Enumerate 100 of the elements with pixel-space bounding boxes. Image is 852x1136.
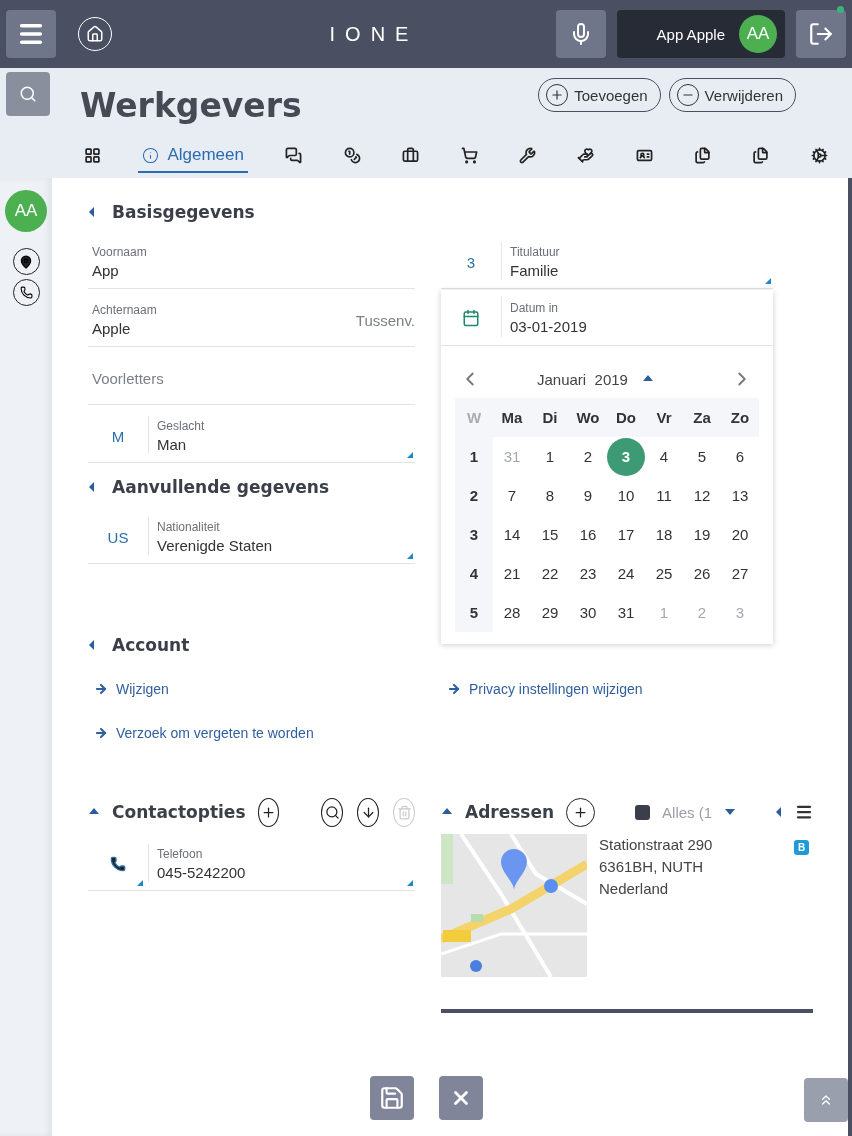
calendar-day[interactable]: 5 <box>683 437 721 476</box>
brand-logo: IONE <box>328 22 420 46</box>
trash-icon <box>396 804 412 820</box>
form-field[interactable]: Voorletters <box>88 352 415 405</box>
calendar-day[interactable]: 21 <box>493 554 531 593</box>
week-column-label: W <box>455 398 493 437</box>
calendar-day[interactable]: 7 <box>493 476 531 515</box>
form-field[interactable]: US Nationaliteit Verenigde Staten <box>88 511 415 564</box>
field-label: Geslacht <box>157 419 206 433</box>
calendar-day[interactable]: 13 <box>721 476 759 515</box>
calendar-day[interactable]: 8 <box>531 476 569 515</box>
calendar-day[interactable]: 30 <box>569 593 607 632</box>
calendar-day[interactable]: 10 <box>607 476 645 515</box>
field-prefix: M <box>110 426 126 447</box>
weekday-label: Wo <box>569 398 607 437</box>
date-field[interactable]: Datum in 03-01-2019 <box>441 290 773 346</box>
weekday-label: Do <box>607 398 645 437</box>
section-title: Basisgegevens <box>112 202 255 222</box>
map-pin-icon <box>19 254 33 269</box>
calendar-day[interactable]: 22 <box>531 554 569 593</box>
exit-door-icon <box>808 21 834 47</box>
calendar-day[interactable]: 20 <box>721 515 759 554</box>
documents-icon <box>694 146 712 164</box>
weekday-label: Zo <box>721 398 759 437</box>
address-line: 6361BH, NUTH <box>599 857 705 877</box>
calendar-day[interactable]: 19 <box>683 515 721 554</box>
cancel-button[interactable] <box>438 1076 483 1120</box>
search-icon <box>324 804 340 820</box>
calendar-day[interactable]: 27 <box>721 554 759 593</box>
logout-button[interactable] <box>796 10 846 58</box>
week-number: 5 <box>455 593 493 632</box>
menu-button[interactable] <box>6 10 56 58</box>
form-field[interactable]: M Geslacht Man <box>88 410 415 463</box>
contact-avatar: AA <box>5 190 47 232</box>
calendar-day[interactable]: 25 <box>645 554 683 593</box>
section-title: Aanvullende gegevens <box>112 477 330 497</box>
link[interactable]: Verzoek om vergeten te worden <box>94 723 415 743</box>
calendar-day[interactable]: 31 <box>607 593 645 632</box>
coin-icon <box>343 146 361 164</box>
calendar-day[interactable]: 14 <box>493 515 531 554</box>
form-field[interactable]: 3 Titulatuur Familie <box>441 236 773 289</box>
field-prefix: 3 <box>465 252 477 273</box>
section-title: Contactopties <box>112 802 246 822</box>
dropdown-corner-icon[interactable] <box>407 880 413 886</box>
add-icon <box>260 804 276 820</box>
weekday-label: Di <box>531 398 569 437</box>
microphone-button[interactable] <box>556 10 606 58</box>
form-field[interactable]: Achternaam Apple Tussenv. <box>88 294 415 347</box>
calendar-day[interactable]: 4 <box>645 437 683 476</box>
checkbox[interactable] <box>635 804 651 820</box>
calendar-day[interactable]: 15 <box>531 515 569 554</box>
calendar-day[interactable]: 9 <box>569 476 607 515</box>
field-label: Voornaam <box>92 245 148 259</box>
calendar-day[interactable]: 24 <box>607 554 645 593</box>
week-number: 1 <box>455 437 493 476</box>
chat-icon <box>285 146 303 164</box>
user-menu[interactable]: App Apple AA <box>617 10 785 58</box>
field-label: Nationaliteit <box>157 520 221 534</box>
form-field[interactable]: Voornaam App <box>88 236 415 289</box>
dropdown-corner-icon[interactable] <box>765 278 771 284</box>
address-line: Stationstraat 290 <box>599 835 714 855</box>
dropdown-corner-icon[interactable] <box>407 452 413 458</box>
dropdown-corner-icon[interactable] <box>407 553 413 559</box>
link[interactable]: Wijzigen <box>94 679 415 699</box>
weekday-label: Za <box>683 398 721 437</box>
field-label: Titulatuur <box>510 245 561 259</box>
page-title: Werkgevers <box>80 86 302 125</box>
calendar-day[interactable]: 28 <box>493 593 531 632</box>
calendar-day[interactable]: 11 <box>645 476 683 515</box>
form-field[interactable]: Telefoon 045-5242200 <box>88 838 415 891</box>
calendar-day[interactable]: 12 <box>683 476 721 515</box>
calendar-day[interactable]: 26 <box>683 554 721 593</box>
menu-icon[interactable] <box>795 803 813 821</box>
week-number: 4 <box>455 554 493 593</box>
calendar-day[interactable]: 18 <box>645 515 683 554</box>
calendar-icon <box>462 308 480 327</box>
grid-icon <box>84 146 101 164</box>
field-value: Verenigde Staten <box>157 537 274 554</box>
address-line: Nederland <box>599 879 670 899</box>
field-placeholder: Tussenv. <box>355 311 415 329</box>
calendar-day[interactable]: 17 <box>607 515 645 554</box>
tab[interactable]: Algemeen <box>138 141 248 173</box>
address-type-badge: B <box>794 840 809 855</box>
calendar-day[interactable]: 29 <box>531 593 569 632</box>
user-name: App Apple <box>656 25 725 43</box>
calendar-day[interactable]: 1 <box>531 437 569 476</box>
calendar-day[interactable]: 2 <box>569 437 607 476</box>
remove-button[interactable]: Verwijderen <box>668 78 796 112</box>
calendar-day[interactable]: 23 <box>569 554 607 593</box>
calendar-day[interactable]: 16 <box>569 515 607 554</box>
gears-icon <box>810 146 828 164</box>
field-value: Man <box>157 436 188 453</box>
cart-icon <box>460 146 478 164</box>
month-year-label[interactable]: Januari 2019 <box>537 370 628 388</box>
calendar-day[interactable]: 6 <box>721 437 759 476</box>
link[interactable]: Privacy instellingen wijzigen <box>447 679 773 699</box>
save-button[interactable] <box>369 1076 414 1120</box>
field-label: Telefoon <box>157 847 204 861</box>
search-icon <box>19 85 37 103</box>
documents-icon <box>752 146 770 164</box>
